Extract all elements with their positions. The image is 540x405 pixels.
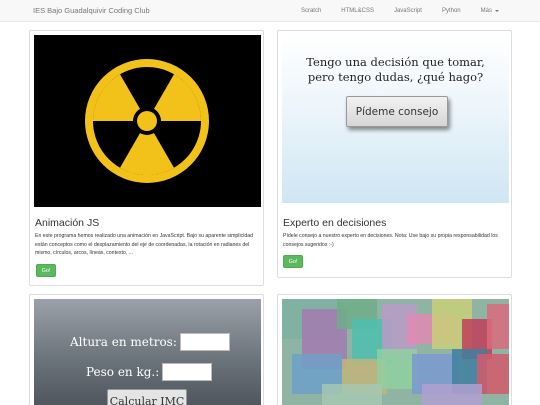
- project-card-imc: Altura en metros: Peso en kg.: Calcular …: [29, 294, 264, 405]
- card-title: Animación JS: [35, 217, 100, 229]
- caret-down-icon: [495, 10, 499, 12]
- calculate-imc-button: Calcular IMC: [107, 389, 187, 405]
- height-label: Altura en metros:: [70, 335, 177, 349]
- nav-more-label: Más: [480, 8, 492, 14]
- radiation-icon: [85, 59, 209, 183]
- card-title: Experto en decisiones: [283, 217, 387, 229]
- mosaic-block: [322, 384, 382, 405]
- project-card-animacion: Animación JS En este programa hemos real…: [29, 30, 264, 286]
- radiation-thumbnail[interactable]: [34, 35, 261, 207]
- nav-item-html-css[interactable]: HTML&CSS: [331, 8, 384, 14]
- nav-item-scratch[interactable]: Scratch: [291, 8, 331, 14]
- decision-thumbnail[interactable]: Tengo una decisión que tomar, pero tengo…: [282, 35, 509, 203]
- weight-field: [162, 363, 213, 381]
- project-card-mosaic: [277, 294, 512, 405]
- card-description: Pídele consejo a nuestro experto en deci…: [283, 233, 498, 248]
- decision-text-line-2: pero tengo dudas, ¿qué hago?: [307, 70, 484, 84]
- weight-label: Peso en kg.:: [86, 365, 160, 379]
- imc-image: Altura en metros: Peso en kg.: Calcular …: [34, 299, 261, 405]
- site-brand[interactable]: IES Bajo Guadalquivir Coding Club: [33, 6, 150, 15]
- imc-thumbnail[interactable]: Altura en metros: Peso en kg.: Calcular …: [34, 299, 261, 405]
- ask-advice-button: Pídeme consejo: [346, 96, 448, 127]
- decision-image: Tengo una decisión que tomar, pero tengo…: [282, 35, 509, 203]
- height-field: [179, 333, 230, 351]
- weight-row: Peso en kg.:: [86, 363, 213, 381]
- height-row: Altura en metros:: [70, 333, 230, 351]
- go-button[interactable]: Go!: [36, 264, 56, 277]
- mosaic-block: [422, 384, 482, 405]
- nav-item-javascript[interactable]: JavaScript: [384, 8, 432, 14]
- mosaic-thumbnail[interactable]: [282, 299, 509, 405]
- mosaic-image: [282, 299, 509, 405]
- decision-image-text: Tengo una decisión que tomar, pero tengo…: [282, 55, 509, 85]
- card-description: En este programa hemos realizado una ani…: [35, 233, 253, 256]
- nav-menu: Scratch HTML&CSS JavaScript Python Más: [291, 0, 509, 22]
- go-button[interactable]: Go!: [283, 255, 303, 268]
- nav-item-python[interactable]: Python: [432, 8, 471, 14]
- decision-text-line-1: Tengo una decisión que tomar,: [306, 55, 485, 69]
- navbar: IES Bajo Guadalquivir Coding Club Scratc…: [0, 0, 540, 22]
- mosaic-block: [377, 349, 417, 389]
- mosaic-block: [487, 304, 509, 349]
- nav-item-more[interactable]: Más: [471, 8, 509, 14]
- project-card-decisiones: Tengo una decisión que tomar, pero tengo…: [277, 30, 512, 278]
